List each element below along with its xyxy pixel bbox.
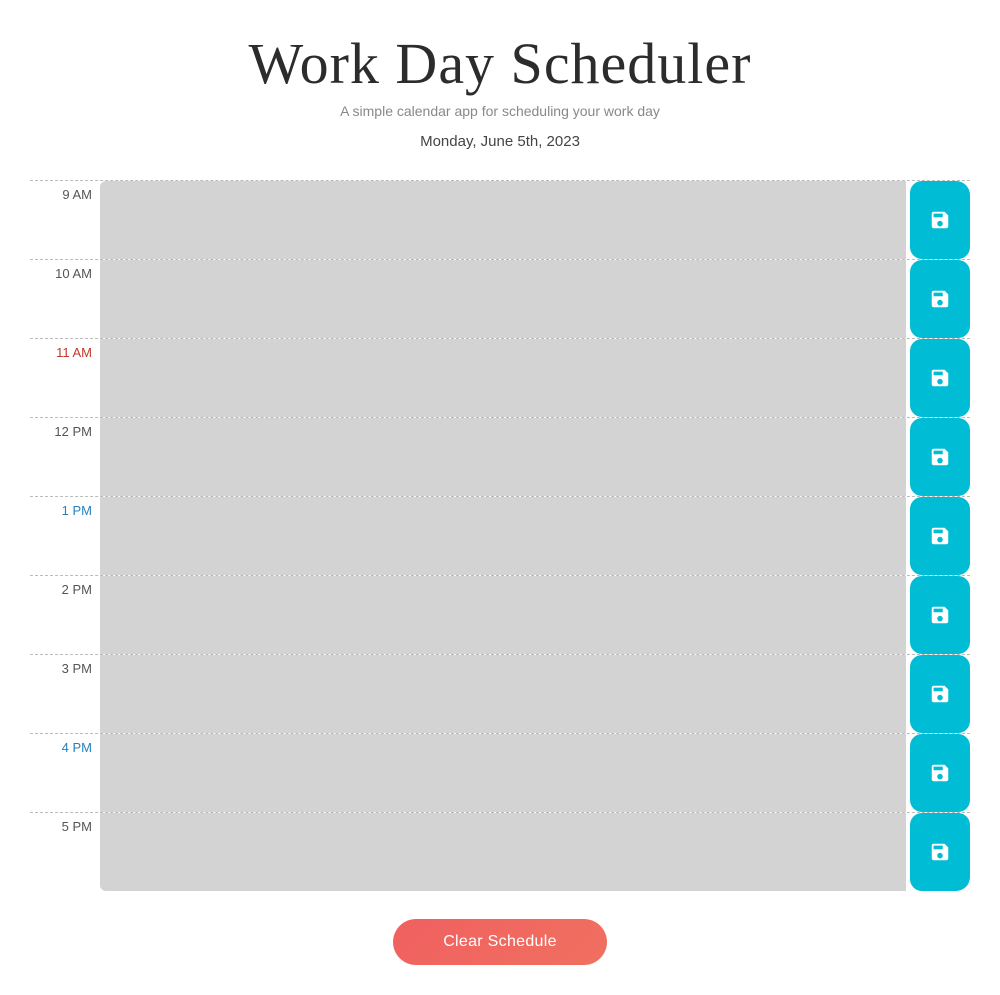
save-icon [929, 446, 951, 468]
time-slot: 5 PM [30, 812, 970, 891]
time-label: 12 PM [30, 418, 100, 496]
slot-content [100, 576, 906, 654]
time-slot: 10 AM [30, 259, 970, 338]
slot-content [100, 655, 906, 733]
save-icon [929, 525, 951, 547]
time-label: 10 AM [30, 260, 100, 338]
slot-content [100, 260, 906, 338]
save-icon [929, 367, 951, 389]
slot-content [100, 418, 906, 496]
save-icon [929, 683, 951, 705]
save-button[interactable] [910, 813, 970, 891]
save-button[interactable] [910, 181, 970, 259]
save-icon [929, 288, 951, 310]
scheduler: 9 AM 10 AM 11 AM [30, 180, 970, 891]
time-slot: 1 PM [30, 496, 970, 575]
save-button[interactable] [910, 339, 970, 417]
time-slot: 2 PM [30, 575, 970, 654]
save-icon [929, 604, 951, 626]
save-button[interactable] [910, 655, 970, 733]
clear-schedule-button[interactable]: Clear Schedule [393, 919, 607, 965]
save-icon [929, 209, 951, 231]
time-label: 2 PM [30, 576, 100, 654]
save-button[interactable] [910, 260, 970, 338]
time-label: 9 AM [30, 181, 100, 259]
app-header: Work Day Scheduler A simple calendar app… [0, 0, 1000, 160]
save-icon [929, 762, 951, 784]
time-slot: 9 AM [30, 180, 970, 259]
save-button[interactable] [910, 418, 970, 496]
time-label: 5 PM [30, 813, 100, 891]
save-button[interactable] [910, 497, 970, 575]
save-button[interactable] [910, 734, 970, 812]
time-label: 1 PM [30, 497, 100, 575]
app-date: Monday, June 5th, 2023 [20, 133, 980, 150]
save-button[interactable] [910, 576, 970, 654]
save-icon [929, 841, 951, 863]
app-subtitle: A simple calendar app for scheduling you… [20, 103, 980, 119]
time-label: 11 AM [30, 339, 100, 417]
time-slot: 4 PM [30, 733, 970, 812]
slot-content [100, 813, 906, 891]
time-label: 4 PM [30, 734, 100, 812]
time-slot: 12 PM [30, 417, 970, 496]
slot-content [100, 734, 906, 812]
time-slot: 11 AM [30, 338, 970, 417]
time-label: 3 PM [30, 655, 100, 733]
app-title: Work Day Scheduler [20, 30, 980, 97]
slot-content [100, 181, 906, 259]
time-slot: 3 PM [30, 654, 970, 733]
slot-content [100, 497, 906, 575]
slot-content [100, 339, 906, 417]
